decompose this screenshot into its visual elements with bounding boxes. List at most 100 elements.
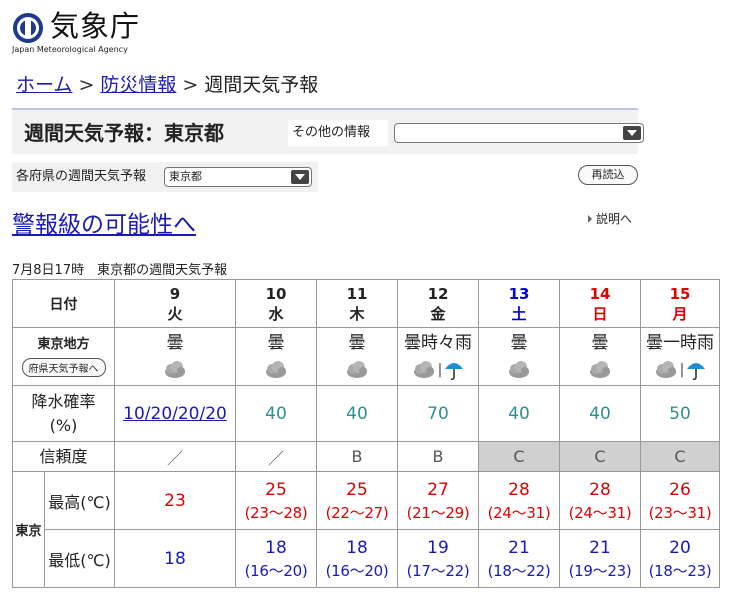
weather-icons (560, 358, 640, 382)
day-weekday: 水 (268, 304, 284, 323)
day-weekday: 月 (672, 304, 688, 323)
region-cell: 東京地方 府県天気予報へ (12, 327, 115, 386)
pop-label-cell: 降水確率 (%) (12, 385, 115, 442)
other-info-select[interactable] (394, 123, 644, 143)
pop-value: 40 (589, 403, 611, 424)
cloud-icon (413, 360, 434, 378)
max-temp-value: 25 (265, 479, 287, 500)
day-weekday: 土 (511, 304, 527, 323)
max-temp-label: 最高(℃) (44, 471, 115, 530)
min-temp-value: 18 (346, 537, 368, 558)
weather-cell: 曇 (478, 327, 560, 386)
min-temp-value: 21 (589, 537, 611, 558)
icon-separator: | (437, 361, 443, 378)
weather-cell: 曇 (316, 327, 398, 386)
max-temp-range: (23〜28) (244, 503, 308, 522)
min-temp-cell: 19 (17〜22) (397, 529, 479, 588)
weather-cell: 曇時々雨 | (397, 327, 479, 386)
min-temp-value: 19 (427, 537, 449, 558)
day-cell: 11 木 (316, 279, 398, 328)
jma-logo[interactable]: 気象庁 Japan Meteorological Agency (12, 8, 152, 54)
weather-icons (479, 358, 559, 382)
prefecture-forecast-button[interactable]: 府県天気予報へ (21, 358, 106, 377)
weather-icons: | (398, 358, 478, 382)
breadcrumb-disaster[interactable]: 防災情報 (100, 74, 176, 96)
breadcrumb-sep: > (182, 74, 199, 96)
cloud-icon (509, 360, 529, 378)
day-cell: 14 日 (559, 279, 641, 328)
region-name: 東京地方 (37, 337, 90, 352)
date-row: 日付 9 火 10 水 11 木 12 金 13 土 14 日 15 月 (12, 279, 720, 328)
forecast-caption: 7月8日17時 東京都の週間天気予報 (12, 263, 228, 278)
cloud-icon (165, 360, 185, 378)
prefecture-label: 各府県の週間天気予報 (16, 169, 147, 184)
weather-cell: 曇 (114, 327, 236, 386)
max-temp-cell: 23 (114, 471, 236, 530)
prefecture-bar: 各府県の週間天気予報 東京都 (12, 162, 318, 192)
min-temp-value: 18 (164, 548, 186, 569)
max-temp-range: (23〜31) (648, 503, 712, 522)
prefecture-select[interactable]: 東京都 (164, 167, 312, 187)
reliability-cell: ／ (114, 441, 236, 472)
weather-text: 曇時々雨 (404, 332, 472, 353)
weather-icons (317, 358, 397, 382)
max-temp-range: (22〜27) (325, 503, 389, 522)
weather-icons (236, 358, 316, 382)
warning-level-link[interactable]: 警報級の可能性へ (12, 210, 196, 240)
reload-button[interactable]: 再読込 (578, 165, 638, 185)
date-header: 日付 (12, 279, 115, 328)
day-cell: 9火 (114, 279, 236, 328)
breadcrumb-home[interactable]: ホーム (16, 74, 72, 96)
min-temp-range: (16〜20) (244, 561, 308, 580)
min-temp-value: 18 (265, 537, 287, 558)
min-temp-cell: 18 (16〜20) (235, 529, 317, 588)
weather-icons: | (641, 358, 719, 382)
pop-cell: 10/20/20/20 (114, 385, 236, 442)
jma-logo-icon (13, 13, 43, 43)
max-temp-value: 26 (669, 479, 691, 500)
breadcrumb-sep: > (78, 74, 95, 96)
pop-cell: 40 (235, 385, 317, 442)
dropdown-arrow-icon (623, 126, 641, 140)
cloud-icon (590, 360, 610, 378)
day-cell: 10 水 (235, 279, 317, 328)
min-temp-cell: 18 (16〜20) (316, 529, 398, 588)
max-temp-value: 23 (164, 490, 186, 511)
triangle-right-icon (588, 215, 592, 223)
weather-text: 曇 (591, 332, 609, 353)
weather-icons (115, 358, 235, 382)
pop-value: 50 (669, 403, 691, 424)
umbrella-icon (445, 362, 464, 380)
dropdown-arrow-icon (291, 170, 309, 184)
max-temp-range: (24〜31) (568, 503, 632, 522)
weekly-forecast-table: 日付 9 火 10 水 11 木 12 金 13 土 14 日 15 月 東京地方 府県天気予報へ 曇曇曇… (12, 279, 720, 588)
day-number: 10 (265, 284, 287, 303)
weather-text: 曇一時雨 (646, 332, 714, 353)
day-number: 11 (346, 284, 368, 303)
max-temp-row: 東京 最高(℃) 23 25 (23〜28) 25 (22〜27) 27 (21〜29) 28… (12, 471, 720, 588)
day-weekday: 日 (592, 304, 608, 323)
cloud-icon (347, 360, 367, 378)
city-name: 東京 (12, 471, 45, 588)
max-temp-value: 27 (427, 479, 449, 500)
cloud-icon (266, 360, 286, 378)
min-temp-row: 最低(℃) 18 18 (16〜20) 18 (16〜20) 19 (17〜22) 21 (18… (13, 529, 720, 588)
max-temp-cell: 25 (22〜27) (316, 471, 398, 530)
pop-value: 70 (427, 403, 449, 424)
pop-value: 40 (508, 403, 530, 424)
logo-text: 気象庁 (50, 9, 141, 43)
min-temp-range: (18〜23) (648, 561, 712, 580)
explain-link[interactable]: 説明へ (588, 210, 632, 227)
umbrella-icon (687, 362, 706, 380)
day-number: 13 (508, 284, 530, 303)
day-number: 9 (169, 284, 181, 303)
min-temp-label: 最低(℃) (44, 529, 115, 588)
pop-detail-link[interactable]: 10/20/20/20 (123, 404, 227, 424)
max-temp-range: (24〜31) (487, 503, 551, 522)
day-cell: 15 月 (640, 279, 720, 328)
page-title: 週間天気予報：東京都 (24, 121, 224, 145)
weather-cell: 曇 (559, 327, 641, 386)
reliability-cell: C (640, 441, 720, 472)
icon-separator: | (679, 361, 685, 378)
min-temp-range: (17〜22) (406, 561, 470, 580)
